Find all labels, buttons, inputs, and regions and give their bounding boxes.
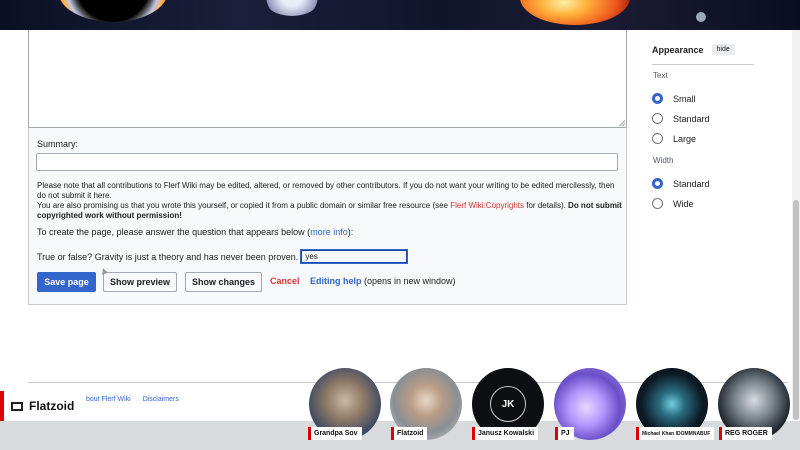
stream-brand: Flatzoid: [0, 391, 82, 421]
copyrights-link[interactable]: Flerf Wiki:Copyrights: [450, 201, 524, 210]
flame-graphic: [520, 0, 630, 25]
captcha-intro: To create the page, please answer the qu…: [37, 227, 353, 237]
radio-icon[interactable]: [652, 178, 663, 189]
summary-label: Summary:: [37, 139, 79, 149]
participant-name: Janusz Kowalski: [472, 427, 539, 440]
avatar-initials: JK: [490, 386, 526, 422]
footer-links: bout Flerf Wiki Disclaimers: [86, 396, 189, 403]
width-option[interactable]: Standard: [652, 178, 710, 189]
option-label: Standard: [673, 178, 710, 189]
text-size-option[interactable]: Small: [652, 93, 696, 104]
cancel-link[interactable]: Cancel: [270, 276, 300, 286]
option-label: Large: [673, 133, 697, 144]
site-banner: [0, 0, 800, 30]
participant-name: Grandpa Sov: [308, 427, 362, 440]
participant-name: REG ROGER: [719, 427, 772, 440]
width-label: Width: [653, 156, 674, 165]
editing-help: Editing help (opens in new window): [310, 276, 456, 286]
editing-help-link[interactable]: Editing help: [310, 276, 362, 286]
captcha-intro-text: ):: [347, 227, 354, 237]
participant-name: Michael Khan IDOMMNABUF: [636, 427, 715, 440]
panel-divider: [652, 64, 754, 65]
option-label: Wide: [673, 198, 694, 209]
captcha-answer-input[interactable]: yes: [300, 249, 409, 264]
contribution-notice: Please note that all contributions to Fl…: [37, 181, 622, 221]
captcha-question-row: True or false? Gravity is just a theory …: [37, 249, 409, 264]
about-link[interactable]: bout Flerf Wiki: [86, 396, 131, 403]
show-preview-button[interactable]: Show preview: [103, 272, 177, 292]
planet-graphic: [58, 0, 168, 22]
notice-text: You are also promising us that you wrote…: [37, 201, 451, 210]
captcha-question: True or false? Gravity is just a theory …: [37, 251, 299, 262]
appearance-title: Appearance: [652, 44, 704, 55]
moon-graphic: [262, 0, 322, 16]
text-size-label: Text: [653, 71, 668, 80]
editing-help-suffix: (opens in new window): [361, 276, 456, 286]
captcha-intro-text: To create the page, please answer the qu…: [37, 227, 311, 237]
brand-bar: [0, 391, 4, 421]
radio-icon[interactable]: [652, 113, 663, 124]
copyright-notice: You are also promising us that you wrote…: [37, 201, 622, 221]
disclaimers-link[interactable]: Disclaimers: [143, 396, 179, 403]
more-info-link[interactable]: more info: [310, 227, 348, 237]
option-label: Small: [673, 93, 696, 104]
radio-icon[interactable]: [652, 93, 663, 104]
brand-name: Flatzoid: [29, 399, 75, 413]
hide-appearance-button[interactable]: hide: [711, 44, 735, 55]
participant-name: Flatzoid: [391, 427, 428, 440]
radio-icon[interactable]: [652, 133, 663, 144]
wikitext-editor[interactable]: [28, 30, 627, 128]
width-option[interactable]: Wide: [652, 198, 694, 209]
radio-icon[interactable]: [652, 198, 663, 209]
text-size-option[interactable]: Large: [652, 133, 696, 144]
monitor-icon: [11, 401, 23, 411]
text-size-option[interactable]: Standard: [652, 113, 710, 124]
option-label: Standard: [673, 113, 710, 124]
save-button[interactable]: Save page: [37, 272, 96, 292]
resize-handle-icon[interactable]: [619, 120, 625, 126]
notice-text: Please note that all contributions to Fl…: [37, 181, 615, 200]
astronaut-graphic: [696, 12, 706, 22]
participant-name: PJ: [555, 427, 574, 440]
scrollbar-thumb[interactable]: [793, 200, 799, 420]
notice-text: for details).: [524, 201, 569, 210]
summary-input[interactable]: [36, 153, 618, 171]
show-changes-button[interactable]: Show changes: [185, 272, 262, 292]
appearance-panel: Appearance hide: [652, 44, 772, 55]
